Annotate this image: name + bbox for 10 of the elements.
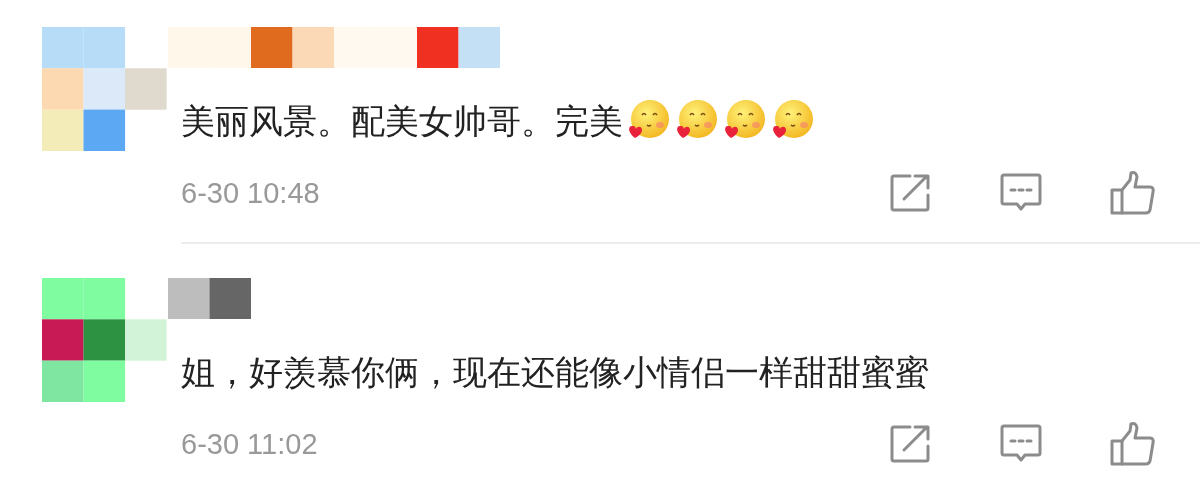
comment-icon[interactable] xyxy=(1000,424,1042,464)
comment-icon[interactable] xyxy=(1000,173,1042,213)
comment-text: 姐，好羡慕你俩，现在还能像小情侣一样甜甜蜜蜜 xyxy=(181,351,929,394)
comment-time: 6-30 10:48 xyxy=(181,176,320,210)
comment-text: 美丽风景。配美女帅哥。完美 xyxy=(181,100,623,143)
share-icon[interactable] xyxy=(890,424,932,464)
thumbs-up-icon[interactable] xyxy=(1110,170,1156,216)
thumbs-up-icon[interactable] xyxy=(1110,421,1156,467)
comment-time: 6-30 11:02 xyxy=(181,427,318,461)
share-icon[interactable] xyxy=(890,173,932,213)
